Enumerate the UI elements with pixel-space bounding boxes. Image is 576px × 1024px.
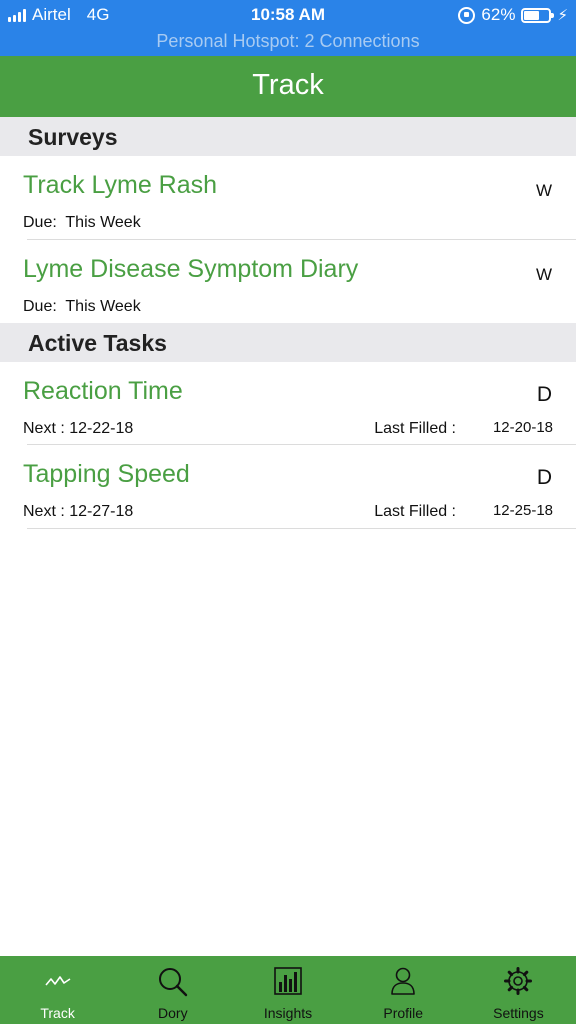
task-title: Tapping Speed (23, 460, 190, 488)
orientation-lock-icon (458, 6, 476, 24)
bar-chart-icon (274, 967, 302, 995)
tab-insights[interactable]: Insights (230, 956, 345, 1024)
tab-label: Insights (263, 1005, 313, 1021)
battery-percent: 62% (481, 5, 516, 24)
task-row[interactable]: Tapping Speed D Next : 12-27-18 Last Fil… (0, 445, 576, 529)
last-filled-label: Last Filled : (374, 503, 456, 520)
tab-label: Settings (493, 1005, 544, 1021)
activity-icon (44, 976, 71, 986)
task-title: Reaction Time (23, 377, 183, 405)
last-filled-label: Last Filled : (374, 420, 456, 437)
search-icon (158, 968, 187, 997)
last-filled-date: 12-20-18 (492, 419, 553, 436)
section-header-surveys: Surveys (0, 117, 576, 156)
frequency-badge: D (536, 466, 552, 489)
row-divider (27, 528, 576, 529)
tab-bar: Track Dory Insights Profile Settings (0, 956, 576, 1024)
tab-profile[interactable]: Profile (346, 956, 461, 1024)
last-filled-date: 12-25-18 (492, 502, 553, 519)
due-label: Due: (23, 298, 57, 315)
frequency-badge: D (536, 383, 552, 406)
tab-track[interactable]: Track (0, 956, 115, 1024)
charging-bolt-icon: ⚡ (557, 7, 568, 24)
survey-title: Lyme Disease Symptom Diary (23, 255, 359, 283)
hotspot-banner[interactable]: Personal Hotspot: 2 Connections (0, 31, 576, 52)
due-value: This Week (65, 298, 141, 315)
survey-row[interactable]: Track Lyme Rash W Due: This Week (0, 156, 576, 240)
person-icon (391, 967, 416, 995)
tab-settings[interactable]: Settings (461, 956, 576, 1024)
frequency-badge: W (535, 181, 552, 200)
status-bar: Airtel 4G 10:58 AM 62% ⚡ Personal Hotspo… (0, 0, 576, 56)
gear-icon (504, 967, 533, 995)
tab-label: Dory (158, 1005, 188, 1021)
survey-title: Track Lyme Rash (23, 171, 218, 199)
task-row[interactable]: Reaction Time D Next : 12-22-18 Last Fil… (0, 362, 576, 445)
page-title: Track (0, 56, 576, 117)
next-due: Next : 12-27-18 (23, 503, 134, 520)
tab-label: Profile (383, 1005, 424, 1021)
due-value: This Week (65, 214, 141, 231)
due-label: Due: (23, 214, 57, 231)
due-info: Due: This Week (23, 298, 141, 316)
due-info: Due: This Week (23, 214, 141, 232)
tab-dory[interactable]: Dory (115, 956, 230, 1024)
frequency-badge: W (535, 265, 552, 284)
tab-label: Track (40, 1005, 75, 1021)
survey-row[interactable]: Lyme Disease Symptom Diary W Due: This W… (0, 240, 576, 323)
section-header-active-tasks: Active Tasks (0, 323, 576, 362)
next-due: Next : 12-22-18 (23, 420, 134, 437)
battery-icon (521, 7, 555, 23)
